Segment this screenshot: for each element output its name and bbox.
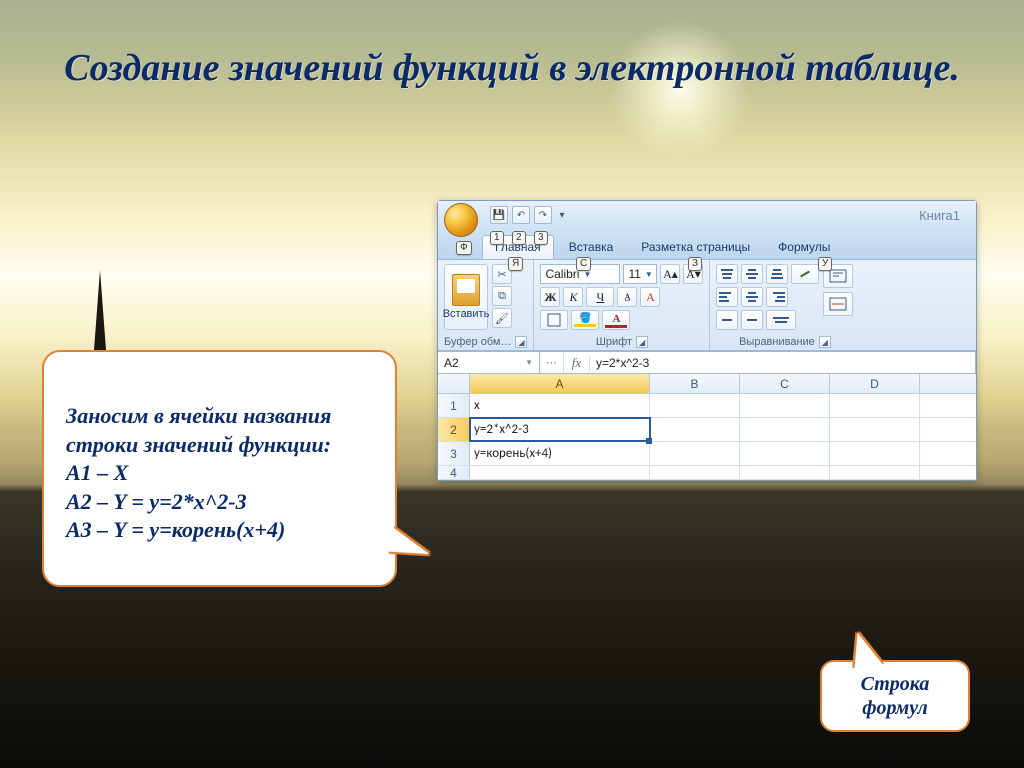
align-center-button[interactable] [741,287,763,307]
row-header-4[interactable]: 4 [438,466,470,479]
qat-save-icon[interactable]: 💾 [490,206,508,224]
slide-title: Создание значений функций в электронной … [0,45,1024,93]
keytip-qat-1: 1 [490,231,504,245]
format-painter-button[interactable]: 🖌 [492,308,512,328]
excel-window: 💾 ↶ ↷ ▾ Книга1 Ф 1 2 3 Главная Вставка Р… [437,200,977,481]
align-top-button[interactable] [716,264,738,284]
qat-more-icon[interactable]: ▾ [556,206,568,224]
cell-B3[interactable] [650,442,740,465]
keytip-home: Я [508,257,523,271]
align-bottom-button[interactable] [766,264,788,284]
cell-D2[interactable] [830,418,920,441]
col-header-A[interactable]: A [470,374,650,393]
cell-B2[interactable] [650,418,740,441]
row-header-3[interactable]: 3 [438,442,470,465]
cell-C4[interactable] [740,466,830,479]
titlebar: 💾 ↶ ↷ ▾ Книга1 [438,201,976,229]
tab-insert[interactable]: Вставка [556,235,627,259]
cell-D3[interactable] [830,442,920,465]
fill-color-button[interactable]: 🪣 [571,310,599,330]
keytip-insert: С [576,257,591,271]
ribbon-group-font: Calibri▼ 11▼ A▴ A▾ Ж К Ч A̲ A [534,260,710,350]
keytip-formulas: У [818,257,832,271]
cell-C2[interactable] [740,418,830,441]
callout-text: Строка формул [832,672,958,720]
ribbon: Вставить ✂ ⧉ 🖌 Буфер обм…◢ Calibri▼ [438,259,976,350]
keytip-layout: З [688,257,702,271]
fx-expand-icon[interactable]: ⋯ [540,352,564,373]
document-title: Книга1 [919,208,960,223]
keytip-qat-3: 3 [534,231,548,245]
callout-text: Заносим в ячейки названия строки значени… [66,402,373,545]
spreadsheet-grid: A B C D 1 x 2 y=2*x^2-3 3 y=коре [438,374,976,480]
clipboard-launcher[interactable]: ◢ [515,336,527,348]
col-header-D[interactable]: D [830,374,920,393]
qat-redo-icon[interactable]: ↷ [534,206,552,224]
grid-row: 3 y=корень(x+4) [438,442,976,466]
formula-bar: A2▼ ⋯ fx y=2*x^2-3 [438,350,976,374]
cell-A2[interactable]: y=2*x^2-3 [470,418,650,441]
grid-row: 4 [438,466,976,480]
tab-formulas[interactable]: Формулы [765,235,843,259]
ribbon-group-alignment: Выравнивание◢ [710,260,859,350]
fx-icon[interactable]: fx [564,355,590,371]
column-headers: A B C D [438,374,976,394]
font-size-combo[interactable]: 11▼ [623,264,657,284]
font-launcher[interactable]: ◢ [636,336,648,348]
paste-button[interactable]: Вставить [444,264,488,330]
align-left-button[interactable] [716,287,738,307]
row-header-2[interactable]: 2 [438,418,470,441]
copy-button[interactable]: ⧉ [492,286,512,306]
keytip-qat-2: 2 [512,231,526,245]
grid-row: 1 x [438,394,976,418]
formula-input[interactable]: y=2*x^2-3 [590,356,655,370]
font-color-button[interactable]: A [602,310,630,330]
col-header-B[interactable]: B [650,374,740,393]
align-middle-button[interactable] [741,264,763,284]
cell-C3[interactable] [740,442,830,465]
cell-A1[interactable]: x [470,394,650,417]
select-all-corner[interactable] [438,374,470,393]
cell-D1[interactable] [830,394,920,417]
italic-button[interactable]: К [563,287,583,307]
row-header-1[interactable]: 1 [438,394,470,417]
ribbon-group-clipboard: Вставить ✂ ⧉ 🖌 Буфер обм…◢ [438,260,534,350]
cell-A3[interactable]: y=корень(x+4) [470,442,650,465]
grow-font-button[interactable]: A▴ [660,264,680,284]
cell-A4[interactable] [470,466,650,479]
tab-page-layout[interactable]: Разметка страницы [628,235,763,259]
callout-cells: Заносим в ячейки названия строки значени… [42,350,397,587]
alignment-launcher[interactable]: ◢ [819,336,831,348]
name-box[interactable]: A2▼ [438,351,540,374]
decrease-indent-button[interactable] [716,310,738,330]
slide: Создание значений функций в электронной … [0,0,1024,768]
callout-formula-bar: Строка формул [820,660,970,732]
qat-undo-icon[interactable]: ↶ [512,206,530,224]
grid-row: 2 y=2*x^2-3 [438,418,976,442]
merge-center-button[interactable] [823,292,853,316]
phonetic-button[interactable]: A̲ [617,287,637,307]
paste-icon [452,274,480,306]
office-button[interactable] [444,203,478,237]
align-right-button[interactable] [766,287,788,307]
orientation-button[interactable] [791,264,819,284]
underline-button[interactable]: Ч [586,287,614,307]
wrap-text-button[interactable] [766,310,796,330]
cell-B1[interactable] [650,394,740,417]
increase-indent-button[interactable] [741,310,763,330]
quick-access-toolbar: 💾 ↶ ↷ ▾ [490,206,568,224]
cell-B4[interactable] [650,466,740,479]
keytip-office: Ф [456,241,472,255]
borders-button[interactable] [540,310,568,330]
cell-D4[interactable] [830,466,920,479]
bold-button[interactable]: Ж [540,287,560,307]
cell-C1[interactable] [740,394,830,417]
col-header-C[interactable]: C [740,374,830,393]
clear-button[interactable]: A [640,287,660,307]
